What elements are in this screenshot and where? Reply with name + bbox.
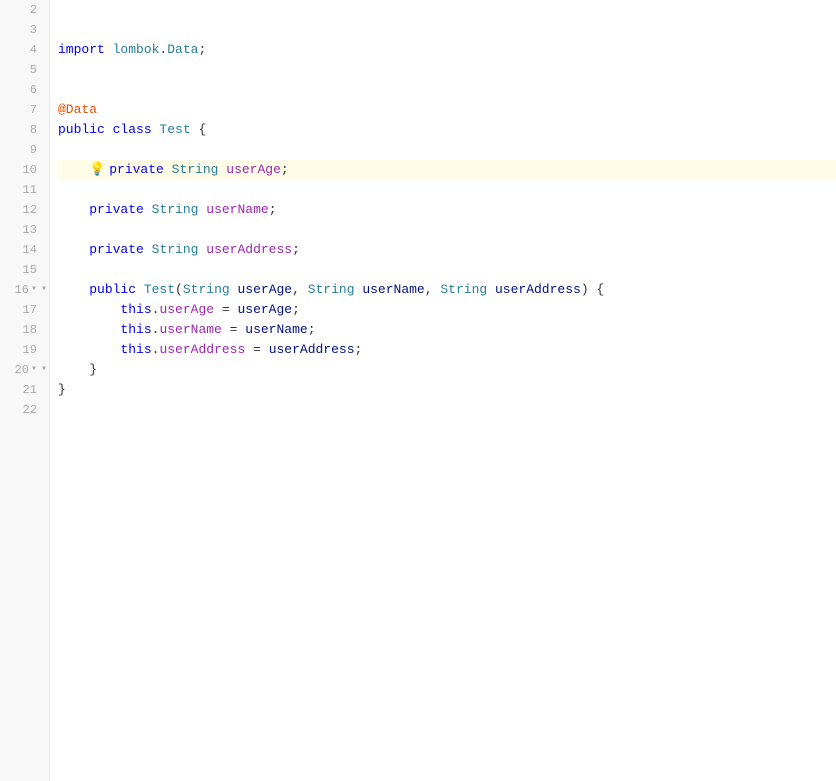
line-number-5: 5 (0, 60, 49, 80)
line-number-3: 3 (0, 20, 49, 40)
line-number-19: 19 (0, 340, 49, 360)
fold-icon[interactable]: ▾ (31, 360, 37, 380)
line-number-14: 14 (0, 240, 49, 260)
code-content[interactable]: import lombok.Data; @Datapublic class Tes… (50, 0, 836, 781)
line-number-16: 16▾ (0, 280, 49, 300)
line-number-9: 9 (0, 140, 49, 160)
code-line-8: public class Test { (58, 120, 836, 140)
code-line-18: this.userName = userName; (58, 320, 836, 340)
code-line-22 (58, 400, 836, 420)
code-line-11 (58, 180, 836, 200)
code-line-4: import lombok.Data; (58, 40, 836, 60)
code-line-12: private String userName; (58, 200, 836, 220)
code-line-21: } (58, 380, 836, 400)
line-number-15: 15 (0, 260, 49, 280)
line-number-2: 2 (0, 0, 49, 20)
code-line-5 (58, 60, 836, 80)
line-number-21: 21 (0, 380, 49, 400)
line-number-6: 6 (0, 80, 49, 100)
code-line-6 (58, 80, 836, 100)
code-editor: 2345678910111213141516▾17181920▾2122 imp… (0, 0, 836, 781)
code-line-10: 💡private String userAge; (58, 160, 836, 180)
line-number-13: 13 (0, 220, 49, 240)
code-line-7: @Data (58, 100, 836, 120)
code-line-17: this.userAge = userAge; (58, 300, 836, 320)
code-line-19: this.userAddress = userAddress; (58, 340, 836, 360)
line-number-17: 17 (0, 300, 49, 320)
line-number-8: 8 (0, 120, 49, 140)
line-number-11: 11 (0, 180, 49, 200)
line-number-7: 7 (0, 100, 49, 120)
bulb-icon[interactable]: 💡 (89, 162, 105, 178)
line-number-20: 20▾ (0, 360, 49, 380)
line-number-10: 10 (0, 160, 49, 180)
code-line-20: } (58, 360, 836, 380)
fold-icon[interactable]: ▾ (31, 280, 37, 300)
line-number-22: 22 (0, 400, 49, 420)
line-number-18: 18 (0, 320, 49, 340)
code-line-2 (58, 0, 836, 20)
line-numbers: 2345678910111213141516▾17181920▾2122 (0, 0, 50, 781)
line-number-12: 12 (0, 200, 49, 220)
code-line-14: private String userAddress; (58, 240, 836, 260)
code-line-9 (58, 140, 836, 160)
code-line-3 (58, 20, 836, 40)
code-line-15 (58, 260, 836, 280)
line-number-4: 4 (0, 40, 49, 60)
code-line-16: public Test(String userAge, String userN… (58, 280, 836, 300)
code-line-13 (58, 220, 836, 240)
